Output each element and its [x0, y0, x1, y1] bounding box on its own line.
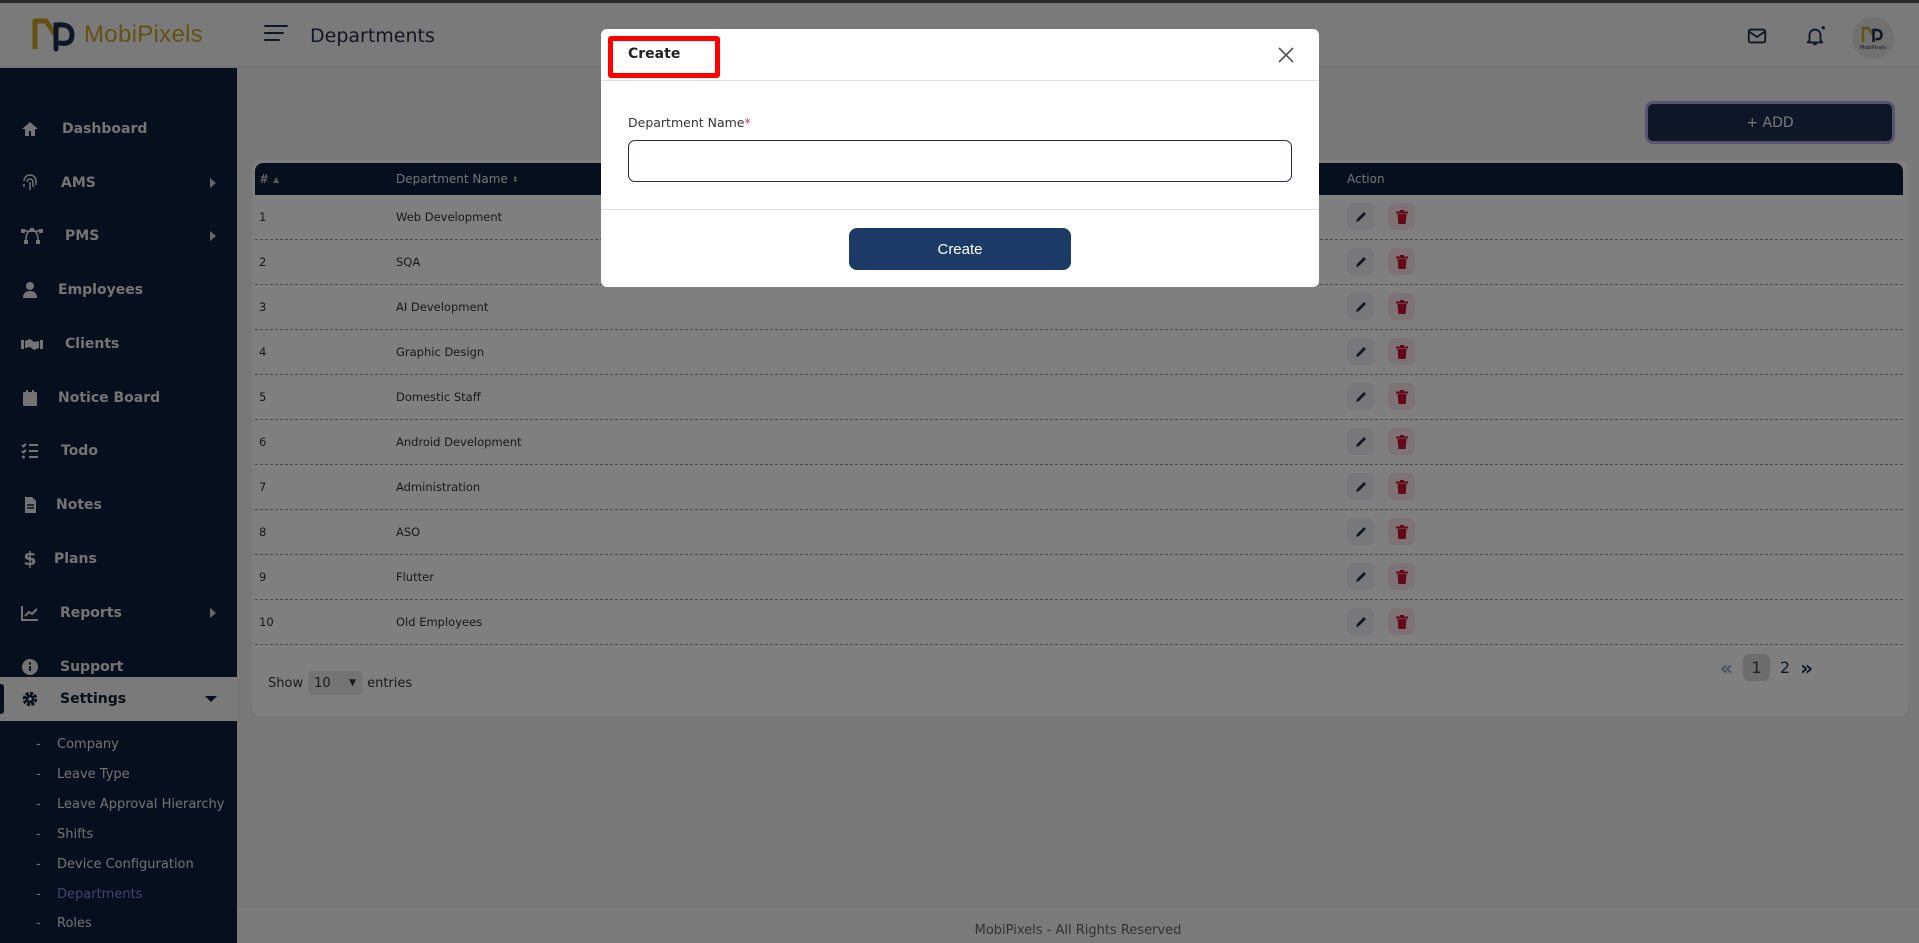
- modal-header: Create: [601, 29, 1319, 81]
- field-label-text: Department Name: [628, 115, 745, 130]
- modal-title: Create: [628, 46, 681, 62]
- required-mark: *: [744, 115, 751, 130]
- department-name-input[interactable]: [628, 140, 1292, 182]
- close-icon[interactable]: [1275, 44, 1297, 66]
- department-name-label: Department Name*: [628, 115, 751, 130]
- create-button[interactable]: Create: [849, 228, 1071, 270]
- create-department-modal: Create Department Name* Create: [601, 29, 1319, 287]
- modal-divider: [601, 209, 1319, 210]
